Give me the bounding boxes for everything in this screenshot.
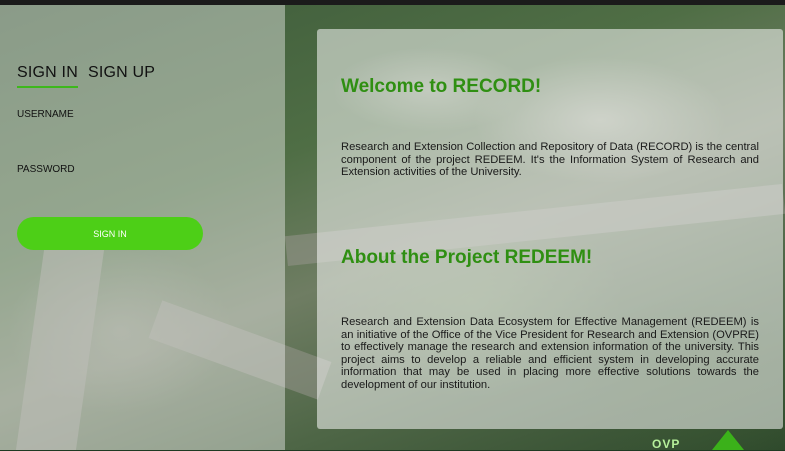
triangle-logo-icon xyxy=(712,430,744,450)
sign-in-button[interactable]: SIGN IN xyxy=(17,217,203,250)
username-label: USERNAME xyxy=(17,109,74,120)
ovp-logo: OVP xyxy=(652,437,681,451)
welcome-text: Research and Extension Collection and Re… xyxy=(341,141,759,179)
about-text: Research and Extension Data Ecosystem fo… xyxy=(341,316,759,391)
info-card: Welcome to RECORD! Research and Extensio… xyxy=(317,29,783,429)
about-title: About the Project REDEEM! xyxy=(341,247,593,268)
tab-sign-in[interactable]: SIGN IN xyxy=(17,64,78,88)
password-field[interactable] xyxy=(17,179,271,201)
password-label: PASSWORD xyxy=(17,164,75,175)
auth-tabs: SIGN IN SIGN UP xyxy=(17,64,155,88)
tab-sign-up[interactable]: SIGN UP xyxy=(88,64,155,88)
welcome-title: Welcome to RECORD! xyxy=(341,76,542,97)
username-field[interactable] xyxy=(17,124,271,146)
